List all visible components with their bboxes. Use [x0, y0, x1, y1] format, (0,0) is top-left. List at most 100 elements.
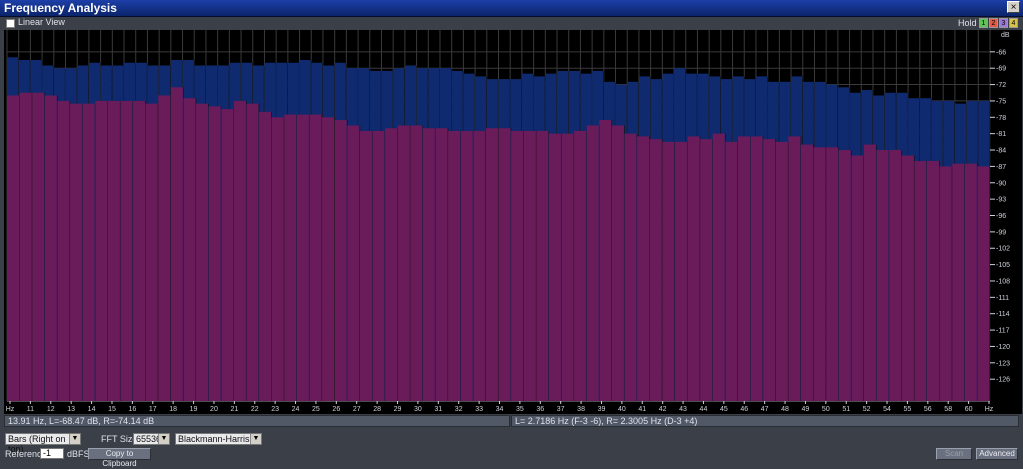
x-tick-label: 30	[414, 406, 422, 413]
bar-series-2	[133, 100, 146, 402]
scan-button[interactable]: Scan	[936, 448, 972, 460]
bar-series-2	[977, 166, 990, 401]
x-tick-label: 37	[557, 406, 565, 413]
x-tick-label: 51	[842, 406, 850, 413]
bar-series-2	[422, 128, 435, 401]
bar-series-2	[649, 139, 662, 401]
x-tick-label: 29	[394, 406, 402, 413]
y-tick-label: -75	[996, 98, 1006, 105]
x-tick-label: 19	[190, 406, 198, 413]
bar-series-2	[485, 128, 498, 401]
close-button[interactable]: ×	[1007, 1, 1020, 13]
bar-series-2	[473, 130, 486, 401]
bar-series-2	[561, 133, 574, 401]
x-tick-label: 24	[292, 406, 300, 413]
bar-series-2	[737, 136, 750, 401]
bar-series-2	[813, 147, 826, 401]
bar-series-2	[523, 130, 536, 401]
x-tick-label: 36	[536, 406, 544, 413]
linear-view-checkbox[interactable]	[6, 19, 15, 28]
y-tick-label: -81	[996, 131, 1006, 138]
bar-series-2	[170, 87, 183, 401]
window-function-value: Blackmann-Harris	[178, 434, 250, 444]
bar-series-2	[914, 160, 927, 401]
chevron-down-icon: ▼	[69, 434, 80, 444]
bar-series-2	[347, 125, 360, 401]
bar-series-2	[586, 125, 599, 401]
x-tick-label: 49	[802, 406, 810, 413]
bar-series-2	[296, 114, 309, 401]
spectrum-chart: dB -66 -69 -72 -75 -78 -81 -84 -87 -90 -93 -96 -99 -1…	[6, 30, 1010, 413]
close-icon: ×	[1010, 2, 1017, 13]
hold-button-4[interactable]: 4	[1009, 18, 1018, 28]
bar-series-2	[800, 144, 813, 401]
bar-series-2	[448, 130, 461, 401]
hold-button-1[interactable]: 1	[979, 18, 988, 28]
copy-to-clipboard-button[interactable]: Copy to Clipboard	[88, 448, 151, 468]
fft-size-select[interactable]: 65536 ▼	[133, 433, 170, 445]
reference-unit: dBFS	[67, 449, 90, 459]
y-tick-label: -84	[996, 148, 1006, 155]
y-tick-label: -126	[996, 377, 1010, 384]
x-tick-label: 56	[924, 406, 932, 413]
bar-series-2	[712, 133, 725, 401]
bar-series-2	[775, 141, 788, 401]
bar-series-2	[876, 150, 889, 401]
advanced-button[interactable]: Advanced	[976, 448, 1018, 460]
x-tick-label: 25	[312, 406, 320, 413]
x-tick-label: 47	[761, 406, 769, 413]
y-tick-label: -90	[996, 180, 1006, 187]
linear-view-label: Linear View	[18, 17, 65, 27]
x-tick-label: 34	[496, 406, 504, 413]
x-tick-label: 20	[210, 406, 218, 413]
spectrum-plot[interactable]: dB -66 -69 -72 -75 -78 -81 -84 -87 -90 -93 -96 -99 -1…	[4, 30, 1022, 414]
x-tick-label: 26	[332, 406, 340, 413]
bar-series-2	[57, 100, 70, 402]
x-tick-label: 35	[516, 406, 524, 413]
graph-type-select[interactable]: Bars (Right on top) ▼	[5, 433, 81, 454]
x-tick-label: 44	[700, 406, 708, 413]
bar-series-2	[271, 117, 284, 401]
y-tick-label: -78	[996, 115, 1006, 122]
y-tick-label: -87	[996, 164, 1006, 171]
hold-button-2[interactable]: 2	[989, 18, 998, 28]
y-tick-label: -99	[996, 229, 1006, 236]
x-tick-label: 41	[638, 406, 646, 413]
bar-series-2	[964, 163, 977, 401]
hold-button-3[interactable]: 3	[999, 18, 1008, 28]
y-axis-unit-label: dB	[1001, 32, 1010, 39]
x-tick-label: 40	[618, 406, 626, 413]
x-tick-label: 21	[230, 406, 238, 413]
bar-series-2	[624, 133, 637, 401]
bar-series-2	[246, 103, 259, 402]
y-tick-label: -123	[996, 360, 1010, 367]
x-tick-label: 54	[883, 406, 891, 413]
y-tick-label: -114	[996, 311, 1010, 318]
bar-series-2	[574, 130, 587, 401]
bar-series-2	[145, 103, 158, 402]
x-tick-label: 14	[88, 406, 96, 413]
reference-input[interactable]: -1	[40, 448, 64, 459]
bar-series-2	[158, 95, 171, 401]
cursor-readout: 13.91 Hz, L=-68.47 dB, R=-74.14 dB	[4, 415, 510, 427]
bar-series-2	[599, 120, 612, 402]
bar-series-2	[372, 130, 385, 401]
x-tick-label: 22	[251, 406, 259, 413]
window-function-select[interactable]: Blackmann-Harris ▼	[175, 433, 262, 445]
bar-series-2	[851, 155, 864, 401]
y-tick-label: -117	[996, 328, 1010, 335]
y-tick-label: -72	[996, 82, 1006, 89]
title-bar: Frequency Analysis ×	[0, 0, 1023, 17]
x-tick-label: 39	[598, 406, 606, 413]
x-tick-label: 42	[659, 406, 667, 413]
y-tick-label: -120	[996, 344, 1010, 351]
status-bar: 13.91 Hz, L=-68.47 dB, R=-74.14 dB L= 2.…	[0, 415, 1023, 428]
chevron-down-icon: ▼	[250, 434, 261, 444]
bar-series-2	[208, 106, 221, 401]
bar-series-2	[359, 130, 372, 401]
x-tick-label: 27	[353, 406, 361, 413]
bar-series-2	[763, 139, 776, 401]
bar-series-2	[107, 100, 120, 402]
x-tick-label: 16	[128, 406, 136, 413]
x-tick-label: 18	[169, 406, 177, 413]
